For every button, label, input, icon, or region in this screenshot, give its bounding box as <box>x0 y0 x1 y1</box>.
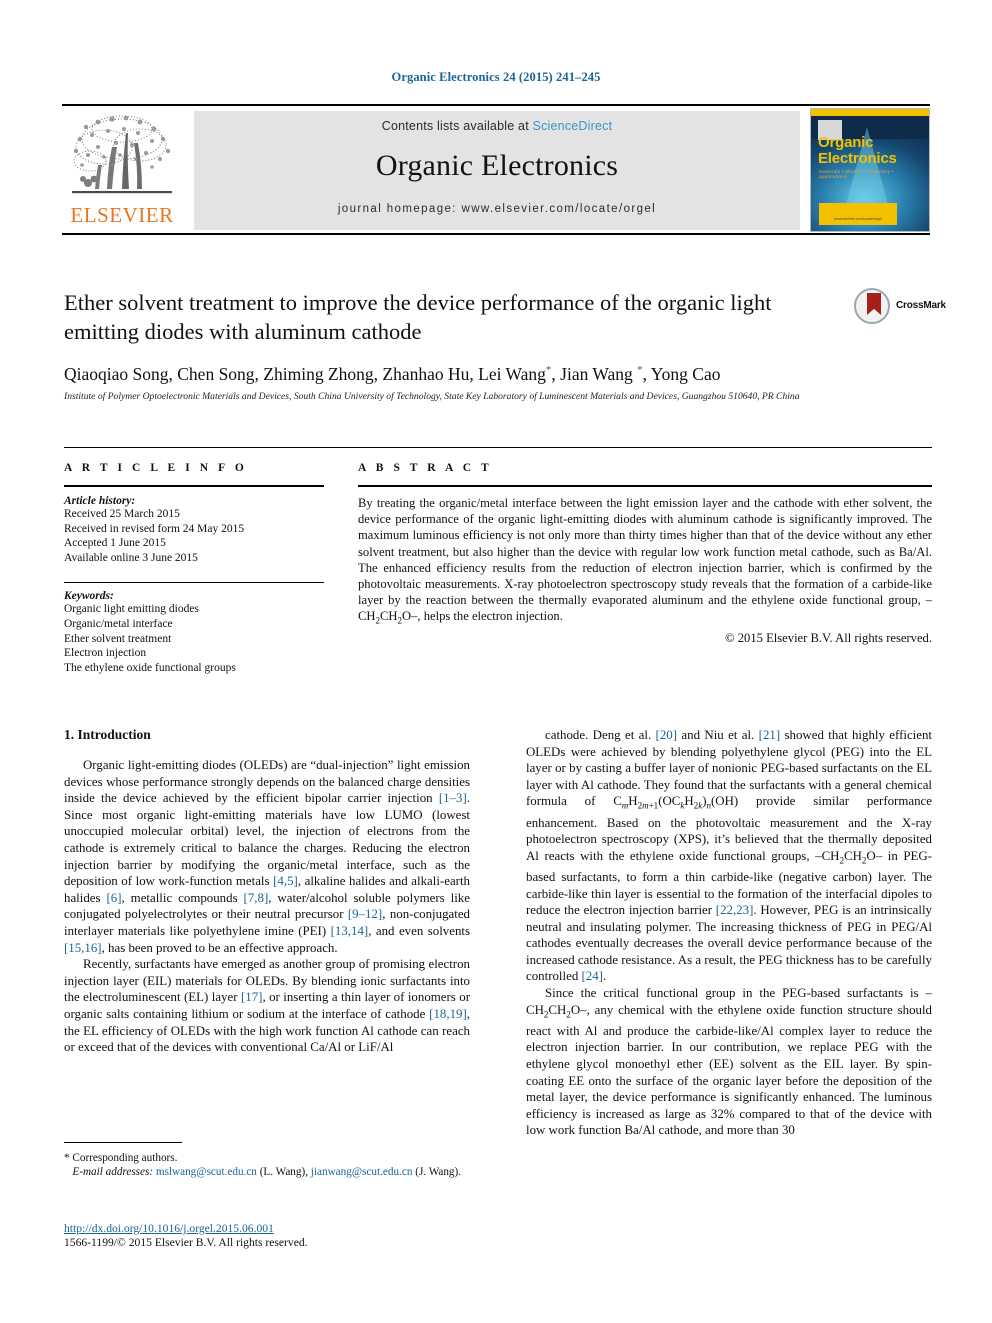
history-item: Accepted 1 June 2015 <box>64 537 166 550</box>
journal-masthead: ELSEVIER Contents lists available at Sci… <box>62 104 930 235</box>
keywords-label: Keywords: <box>64 590 114 603</box>
footnote-rule <box>64 1142 182 1143</box>
paragraph: Recently, surfactants have emerged as an… <box>64 957 470 1055</box>
history-item: Available online 3 June 2015 <box>64 551 198 564</box>
cover-title-line1: Organic <box>818 134 874 151</box>
crossmark-label: CrossMark <box>896 300 946 311</box>
crossmark-badge[interactable]: CrossMark <box>854 288 964 328</box>
corresponding-authors-note: * Corresponding authors. <box>64 1152 178 1164</box>
keyword-item: Electron injection <box>64 647 147 660</box>
journal-cover-thumbnail: Organic Electronics materials • physics … <box>810 108 930 232</box>
journal-banner: Contents lists available at ScienceDirec… <box>194 111 800 230</box>
cover-footer-box <box>819 203 897 225</box>
keyword-item: The ethylene oxide functional groups <box>64 661 236 674</box>
cover-title: Organic Electronics <box>818 135 928 167</box>
footer-doi-block: http://dx.doi.org/10.1016/j.orgel.2015.0… <box>64 1222 470 1249</box>
elsevier-tree-icon <box>72 115 172 194</box>
masthead-top-rule <box>62 104 930 106</box>
keyword-item: Organic/metal interface <box>64 617 173 630</box>
copyright-line: © 2015 Elsevier B.V. All rights reserved… <box>725 631 932 646</box>
paragraph: Since the critical functional group in t… <box>526 986 932 1138</box>
keyword-list: Organic light emitting diodes Organic/me… <box>64 602 324 675</box>
email-link-2[interactable]: jianwang@scut.edu.cn <box>311 1166 413 1178</box>
body-column-right: cathode. Deng et al. [20] and Niu et al.… <box>526 727 932 1139</box>
footnote-block: * Corresponding authors. E-mail addresse… <box>64 1142 470 1180</box>
cover-subtitle: materials • physics • chemistry • applic… <box>819 169 894 179</box>
cover-footer-text: www.elsevier.com/locate/orgel <box>833 217 883 221</box>
email-label: E-mail addresses: <box>72 1166 154 1179</box>
article-history-label: Article history: <box>64 495 136 507</box>
doi-link[interactable]: http://dx.doi.org/10.1016/j.orgel.2015.0… <box>64 1222 470 1235</box>
history-item: Received 25 March 2015 <box>64 508 180 520</box>
section-heading-introduction: 1. Introduction <box>64 727 151 742</box>
elsevier-logo: ELSEVIER <box>62 111 182 231</box>
email-owner-2: (J. Wang). <box>415 1166 462 1179</box>
body-column-left: 1. Introduction Organic light-emitting d… <box>64 727 470 1056</box>
article-info-section: A R T I C L E I N F O Article history: R… <box>64 462 324 675</box>
abstract-heading: A B S T R A C T <box>358 462 493 474</box>
crossmark-shield-shape <box>867 293 881 315</box>
email-addresses-note: E-mail addresses: mslwang@scut.edu.cn (L… <box>64 1165 470 1179</box>
article-info-heading: A R T I C L E I N F O <box>64 462 248 474</box>
affiliation: Institute of Polymer Optoelectronic Mate… <box>64 391 800 402</box>
paragraph: Organic light-emitting diodes (OLEDs) ar… <box>64 758 470 955</box>
email-link-1[interactable]: mslwang@scut.edu.cn <box>156 1166 257 1178</box>
elsevier-wordmark: ELSEVIER <box>70 203 174 227</box>
author-list: Qiaoqiao Song, Chen Song, Zhiming Zhong,… <box>64 364 721 384</box>
history-item: Received in revised form 24 May 2015 <box>64 522 245 535</box>
info-top-rule <box>64 447 932 448</box>
contents-prefix: Contents lists available at <box>381 119 533 133</box>
journal-homepage[interactable]: journal homepage: www.elsevier.com/locat… <box>194 203 800 215</box>
page-title: Ether solvent treatment to improve the d… <box>64 290 772 344</box>
sciencedirect-link[interactable]: ScienceDirect <box>533 119 613 133</box>
cover-top-bar <box>811 109 929 116</box>
paragraph: cathode. Deng et al. [20] and Niu et al.… <box>526 728 933 984</box>
article-history-list: Received 25 March 2015 Received in revis… <box>64 507 324 565</box>
abstract-text: By treating the organic/metal interface … <box>358 496 932 626</box>
abstract-rule <box>358 485 932 487</box>
keyword-item: Ether solvent treatment <box>64 632 172 645</box>
masthead-bottom-rule <box>62 233 930 235</box>
paper-page: Organic Electronics 24 (2015) 241–245 EL… <box>0 0 992 1323</box>
keyword-item: Organic light emitting diodes <box>64 603 199 616</box>
email-owner-1: (L. Wang), <box>259 1166 308 1179</box>
running-head: Organic Electronics 24 (2015) 241–245 <box>391 70 601 84</box>
title-block: Ether solvent treatment to improve the d… <box>64 288 946 346</box>
article-info-rule <box>64 485 324 487</box>
abstract-section: A B S T R A C T By treating the organic/… <box>358 462 932 646</box>
keywords-rule <box>64 582 324 584</box>
journal-title: Organic Electronics <box>375 149 619 182</box>
contents-available-line: Contents lists available at ScienceDirec… <box>194 119 800 133</box>
issn-copyright-line: 1566-1199/© 2015 Elsevier B.V. All right… <box>64 1236 308 1249</box>
crossmark-icon <box>854 288 890 324</box>
cover-title-line2: Electronics <box>818 150 897 167</box>
